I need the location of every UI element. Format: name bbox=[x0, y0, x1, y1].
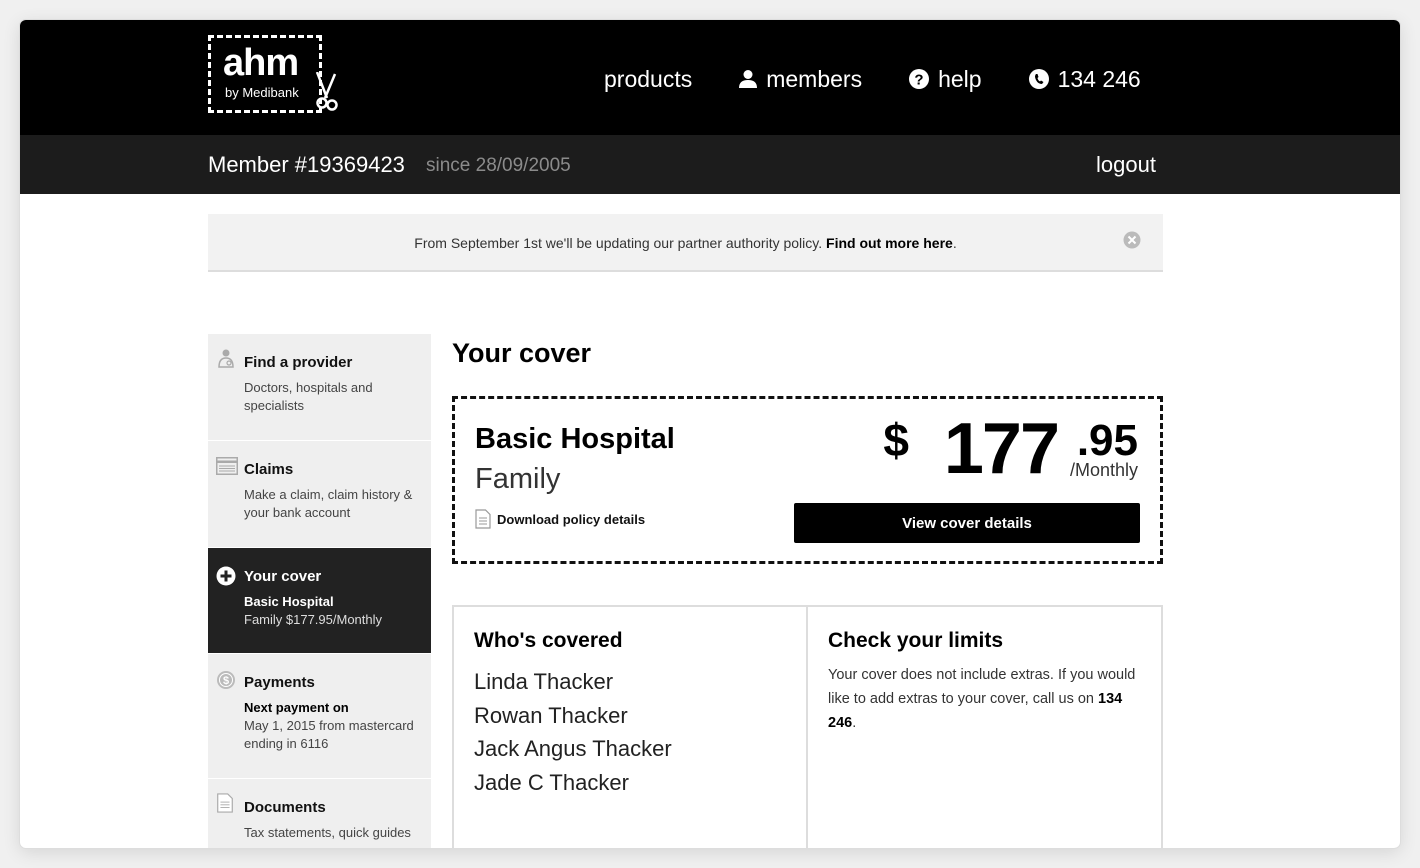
member-bar: Member #19369423 since 28/09/2005 logout bbox=[20, 135, 1400, 194]
sidebar-item-desc: Doctors, hospitals and specialists bbox=[244, 380, 373, 413]
cover-type: Family bbox=[475, 463, 561, 495]
nav-phone-label: 134 246 bbox=[1057, 65, 1141, 92]
price-dollar-sign: $ bbox=[883, 414, 909, 466]
dollar-coin-icon: $ bbox=[217, 671, 235, 689]
sidebar-item-desc-bold: Basic Hospital bbox=[244, 594, 334, 609]
download-policy-label: Download policy details bbox=[497, 511, 646, 527]
nav-phone[interactable]: 134 246 bbox=[1028, 66, 1141, 93]
question-icon: ? bbox=[909, 69, 930, 89]
price-period: /Monthly bbox=[1069, 460, 1138, 480]
sidebar-item-desc-bold: Next payment on bbox=[244, 700, 349, 715]
member-since: since 28/09/2005 bbox=[426, 155, 571, 176]
sidebar-item-claims[interactable]: Claims Make a claim, claim history & you… bbox=[208, 441, 431, 548]
cover-name: Basic Hospital bbox=[475, 423, 675, 455]
nav-members-label: members bbox=[766, 65, 863, 92]
top-navigation-bar: ahm by Medibank products members ? help … bbox=[20, 20, 1400, 135]
logo-word: ahm bbox=[223, 42, 299, 84]
sidebar-item-title: Payments bbox=[244, 674, 315, 691]
notice-suffix: . bbox=[952, 235, 957, 251]
logout-link[interactable]: logout bbox=[1096, 152, 1156, 178]
sidebar-item-desc: Make a claim, claim history & your bank … bbox=[244, 487, 413, 520]
sidebar-item-documents[interactable]: Documents Tax statements, quick guides bbox=[208, 779, 431, 848]
doctor-icon bbox=[218, 349, 234, 368]
logo-subtitle: by Medibank bbox=[225, 85, 299, 100]
svg-text:?: ? bbox=[914, 72, 923, 89]
notice-link[interactable]: Find out more here bbox=[826, 235, 953, 251]
main-nav: products members ? help 134 246 bbox=[604, 64, 1141, 94]
cover-summary-card: Basic Hospital Family Download policy de… bbox=[452, 396, 1163, 564]
ahm-logo[interactable]: ahm by Medibank bbox=[208, 35, 338, 113]
svg-text:$: $ bbox=[223, 675, 229, 687]
view-cover-details-button[interactable]: View cover details bbox=[794, 503, 1140, 543]
limits-body: Your cover does not include extras. If y… bbox=[828, 667, 1136, 707]
sidebar: Find a provider Doctors, hospitals and s… bbox=[208, 334, 431, 848]
sidebar-item-desc: May 1, 2015 from mastercard ending in 61… bbox=[244, 718, 414, 751]
check-limits-title: Check your limits bbox=[828, 629, 1004, 652]
member-number: Member #19369423 bbox=[208, 152, 405, 177]
sidebar-item-your-cover[interactable]: Your cover Basic Hospital Family $177.95… bbox=[208, 548, 431, 654]
list-item: Jade C Thacker bbox=[474, 769, 629, 795]
sidebar-item-title: Find a provider bbox=[244, 354, 353, 371]
check-limits-panel: Check your limits Your cover does not in… bbox=[808, 607, 1161, 848]
nav-products[interactable]: products bbox=[604, 66, 692, 93]
download-policy-link[interactable]: Download policy details bbox=[475, 509, 645, 529]
price-cents: .95 bbox=[1076, 416, 1138, 465]
list-item: Linda Thacker bbox=[474, 669, 614, 694]
document-icon bbox=[217, 793, 233, 813]
page-title: Your cover bbox=[452, 338, 592, 368]
nav-help[interactable]: ? help bbox=[908, 65, 982, 93]
sidebar-item-desc: Tax statements, quick guides bbox=[244, 825, 411, 840]
list-item: Rowan Thacker bbox=[474, 702, 628, 728]
scissors-icon bbox=[315, 72, 338, 111]
document-icon bbox=[475, 509, 491, 529]
sidebar-item-desc-wrap: Next payment on May 1, 2015 from masterc… bbox=[244, 699, 426, 753]
nav-products-label: products bbox=[604, 65, 693, 92]
sidebar-item-payments[interactable]: $ Payments Next payment on May 1, 2015 f… bbox=[208, 654, 431, 779]
nav-help-label: help bbox=[938, 65, 982, 92]
whos-covered-panel: Who's covered Linda Thacker Rowan Thacke… bbox=[454, 607, 808, 848]
notice-banner: From September 1st we'll be updating our… bbox=[208, 214, 1163, 272]
whos-covered-title: Who's covered bbox=[474, 629, 623, 652]
user-icon bbox=[739, 70, 758, 88]
notice-text: From September 1st we'll be updating our… bbox=[414, 235, 827, 251]
check-limits-text: Your cover does not include extras. If y… bbox=[828, 663, 1138, 735]
card-icon bbox=[216, 457, 238, 475]
sidebar-item-title: Your cover bbox=[244, 568, 322, 585]
list-item: Jack Angus Thacker bbox=[474, 736, 672, 761]
sidebar-item-title: Documents bbox=[244, 799, 326, 816]
phone-icon bbox=[1028, 69, 1049, 89]
covered-people-list: Linda Thacker Rowan Thacker Jack Angus T… bbox=[474, 665, 672, 799]
sidebar-item-desc-wrap: Basic Hospital Family $177.95/Monthly bbox=[244, 593, 426, 629]
nav-members[interactable]: members bbox=[738, 66, 862, 93]
app-window: ahm by Medibank products members ? help … bbox=[20, 20, 1400, 848]
plus-circle-icon bbox=[216, 566, 236, 586]
price-dollars: 177 bbox=[943, 409, 1060, 489]
close-icon[interactable] bbox=[1123, 231, 1141, 249]
cover-panels: Who's covered Linda Thacker Rowan Thacke… bbox=[452, 605, 1163, 848]
sidebar-item-desc: Family $177.95/Monthly bbox=[244, 612, 383, 627]
limits-suffix: . bbox=[852, 715, 857, 731]
sidebar-item-find-provider[interactable]: Find a provider Doctors, hospitals and s… bbox=[208, 334, 431, 441]
sidebar-item-title: Claims bbox=[244, 461, 294, 478]
